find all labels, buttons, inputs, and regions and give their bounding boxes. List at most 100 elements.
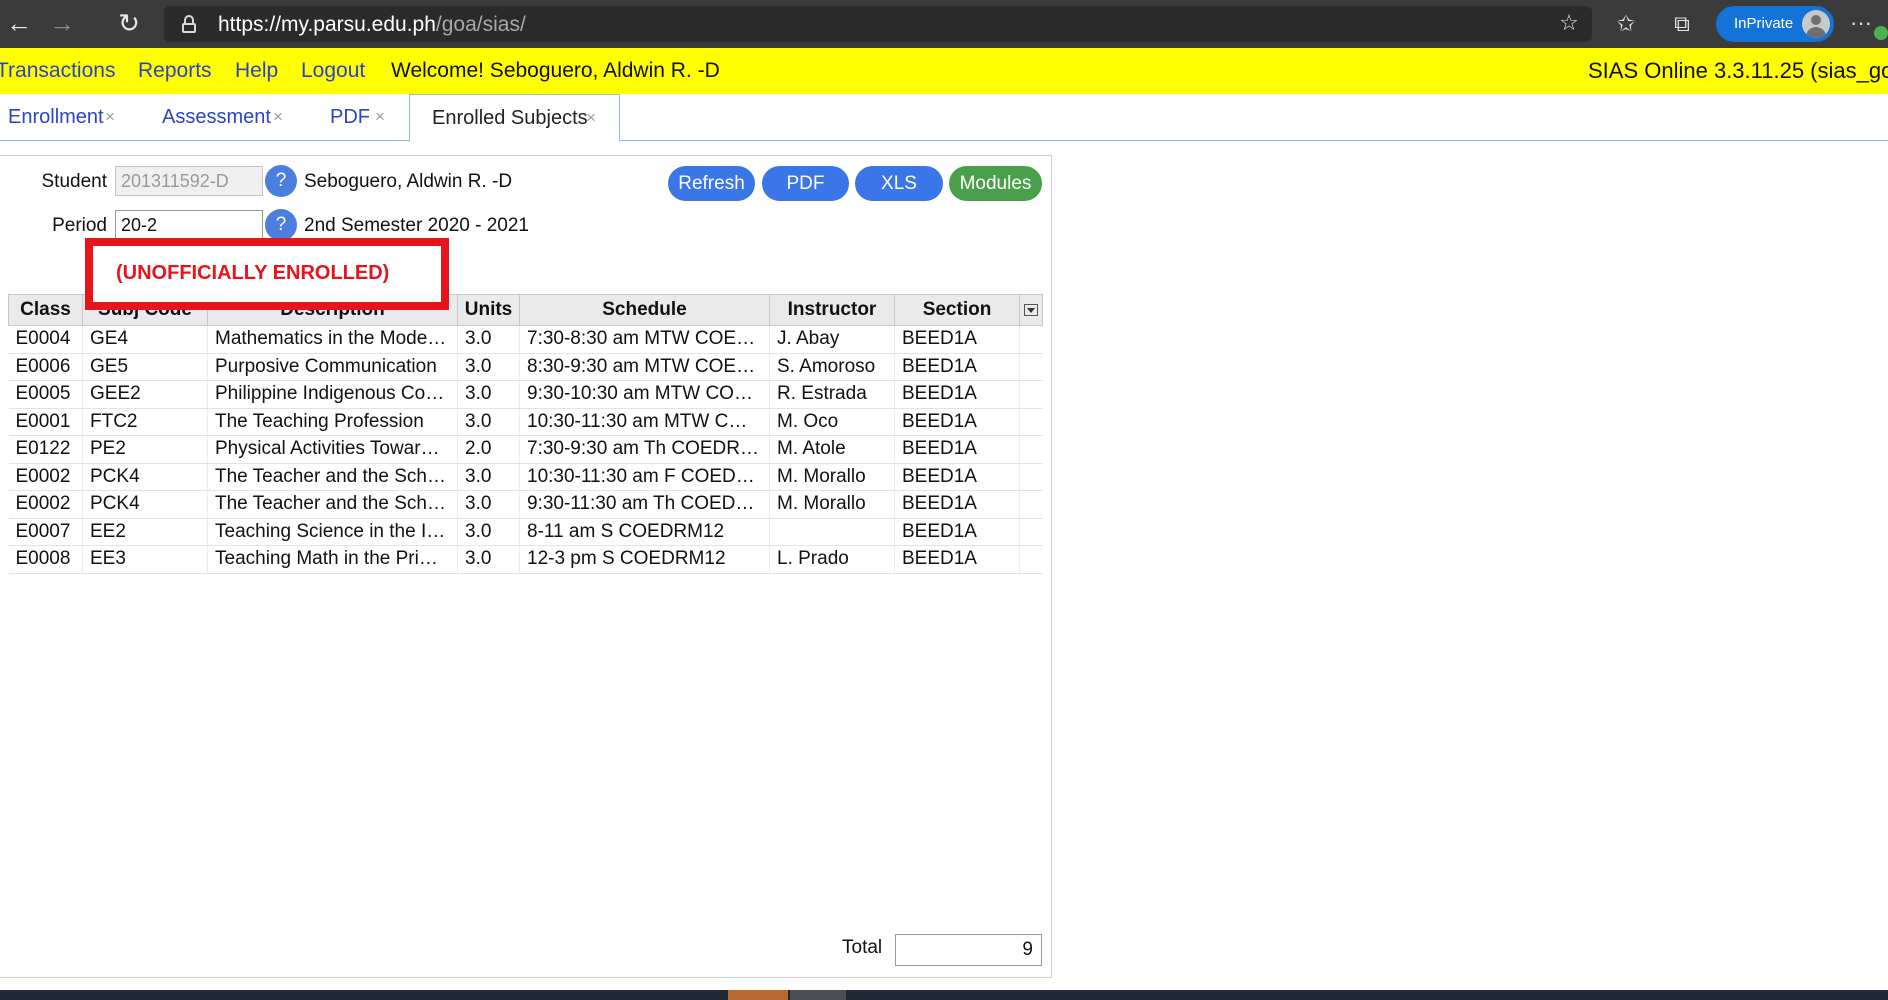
cell-schedule: 10:30-11:30 am MTW COEDRM12 [519,408,770,436]
column-header-units[interactable]: Units [457,294,520,326]
column-header-instructor[interactable]: Instructor [769,294,895,326]
cell-schedule: 8-11 am S COEDRM12 [519,518,770,546]
total-units-field: 9 [895,934,1042,966]
url-text[interactable]: https://my.parsu.edu.ph/goa/sias/ [218,13,526,37]
student-lookup-button[interactable]: ? [265,165,297,197]
cell-spacer [1019,545,1043,574]
cell-units: 3.0 [457,380,520,409]
tab-label: Enrolled Subjects [432,107,588,129]
cell-units: 3.0 [457,408,520,436]
period-lookup-button[interactable]: ? [265,209,297,241]
enrollment-status-banner: (UNOFFICIALLY ENROLLED) [85,238,449,310]
close-icon[interactable]: × [273,107,283,127]
cell-class: E0004 [8,325,83,354]
menu-transactions[interactable]: Transactions [0,59,115,83]
forward-icon[interactable]: → [45,8,79,40]
tab-enrollment[interactable]: Enrollment × [8,94,128,141]
cell-spacer [1019,490,1043,519]
url-path: /goa/sias/ [435,13,526,36]
add-favorite-icon[interactable]: ☆ [1554,9,1584,37]
xls-button[interactable]: XLS [855,166,943,201]
menu-help[interactable]: Help [235,59,278,83]
total-label: Total [842,937,883,958]
cell-description: Teaching Math in the Primary Grades [207,545,458,574]
cell-spacer [1019,463,1043,491]
cell-section: BEED1A [894,545,1020,574]
menu-logout[interactable]: Logout [301,59,365,83]
column-header-section[interactable]: Section [894,294,1020,326]
cell-units: 3.0 [457,325,520,354]
period-label: Period [52,215,107,236]
cell-spacer [1019,435,1043,464]
cell-section: BEED1A [894,380,1020,409]
modules-button[interactable]: Modules [949,166,1042,201]
cell-class: E0007 [8,518,83,546]
cell-units: 3.0 [457,518,520,546]
tab-assessment[interactable]: Assessment × [162,94,292,141]
taskbar-app-icon[interactable] [728,990,788,1000]
inprivate-label: InPrivate [1734,15,1794,32]
close-icon[interactable]: × [375,107,385,127]
pdf-button[interactable]: PDF [762,166,849,201]
table-row[interactable]: E0005GEE2Philippine Indigenous Communiti… [8,380,1043,409]
tab-pdf[interactable]: PDF × [330,94,394,141]
tab-enrolled-subjects[interactable]: Enrolled Subjects × [409,94,620,142]
cell-instructor: S. Amoroso [769,353,895,381]
cell-class: E0002 [8,463,83,491]
inprivate-button[interactable]: InPrivate [1716,6,1834,42]
tab-label: PDF [330,106,370,128]
menu-reports[interactable]: Reports [138,59,212,83]
table-row[interactable]: E0001 FTC2 The Teaching Profession 3.0 10:30… [8,408,1043,436]
tab-label: Enrollment [8,106,104,128]
cell-instructor: M. Oco [769,408,895,436]
cell-instructor: J. Abay [769,325,895,354]
period-field[interactable] [115,210,263,240]
cell-description: The Teacher and the School Curriculum [207,490,458,519]
column-header-class[interactable]: Class [8,294,83,326]
refresh-button[interactable]: Refresh [668,166,755,201]
cell-section: BEED1A [894,325,1020,354]
cell-subj-code: PCK4 [82,490,208,519]
favorites-icon[interactable]: ✩ [1611,10,1641,38]
table-row[interactable]: E0006 GE5 Purposive Communication 3.0 8:30-9… [8,353,1043,381]
cell-schedule: 7:30-8:30 am MTW COEDRM12 [519,325,770,354]
cell-spacer [1019,518,1043,546]
collections-icon[interactable]: ⧉ [1667,10,1697,38]
cell-section: BEED1A [894,518,1020,546]
cell-subj-code: GEE2 [82,380,208,409]
more-icon[interactable]: ··· [1850,10,1872,36]
table-row[interactable]: E0122PE2Physical Activities Towards Heal… [8,435,1043,464]
welcome-text: Welcome! Seboguero, Aldwin R. -D [391,59,720,82]
back-icon[interactable]: ← [2,8,36,40]
table-body: E0004GE4Mathematics in the Modern World3… [8,325,1043,574]
column-menu-icon [1024,304,1038,316]
enrollment-status-text: (UNOFFICIALLY ENROLLED) [116,262,390,284]
refresh-icon[interactable]: ↻ [112,8,146,40]
close-icon[interactable]: × [586,108,596,128]
cell-subj-code: PE2 [82,435,208,464]
cell-subj-code: EE3 [82,545,208,574]
cell-subj-code: GE5 [82,353,208,381]
table-row[interactable]: E0007EE2Teaching Science in the Intermed… [8,518,1043,546]
table-row[interactable]: E0002PCK4The Teacher and the School Curr… [8,463,1043,491]
column-menu-button[interactable] [1019,294,1043,326]
cell-description: Philippine Indigenous Communities [207,380,458,409]
table-row[interactable]: E0008EE3Teaching Math in the Primary Gra… [8,545,1043,574]
cell-instructor: R. Estrada [769,380,895,409]
lock-icon[interactable] [182,15,196,33]
student-id-field[interactable] [115,166,263,196]
app-version: SIAS Online 3.3.11.25 (sias_goa [1588,58,1888,83]
table-row[interactable]: E0002PCK4The Teacher and the School Curr… [8,490,1043,519]
taskbar-app-icon[interactable] [790,990,846,1000]
cell-instructor: M. Morallo [769,490,895,519]
cell-instructor: M. Atole [769,435,895,464]
close-icon[interactable]: × [105,107,115,127]
column-header-schedule[interactable]: Schedule [519,294,770,326]
cell-description: Purposive Communication [207,353,458,381]
cell-units: 3.0 [457,490,520,519]
table-row[interactable]: E0004GE4Mathematics in the Modern World3… [8,325,1043,354]
cell-units: 3.0 [457,463,520,491]
cell-instructor [769,518,895,546]
cell-description: The Teacher and the School Curriculum [207,463,458,491]
address-bar[interactable]: https://my.parsu.edu.ph/goa/sias/ ☆ [164,6,1592,42]
